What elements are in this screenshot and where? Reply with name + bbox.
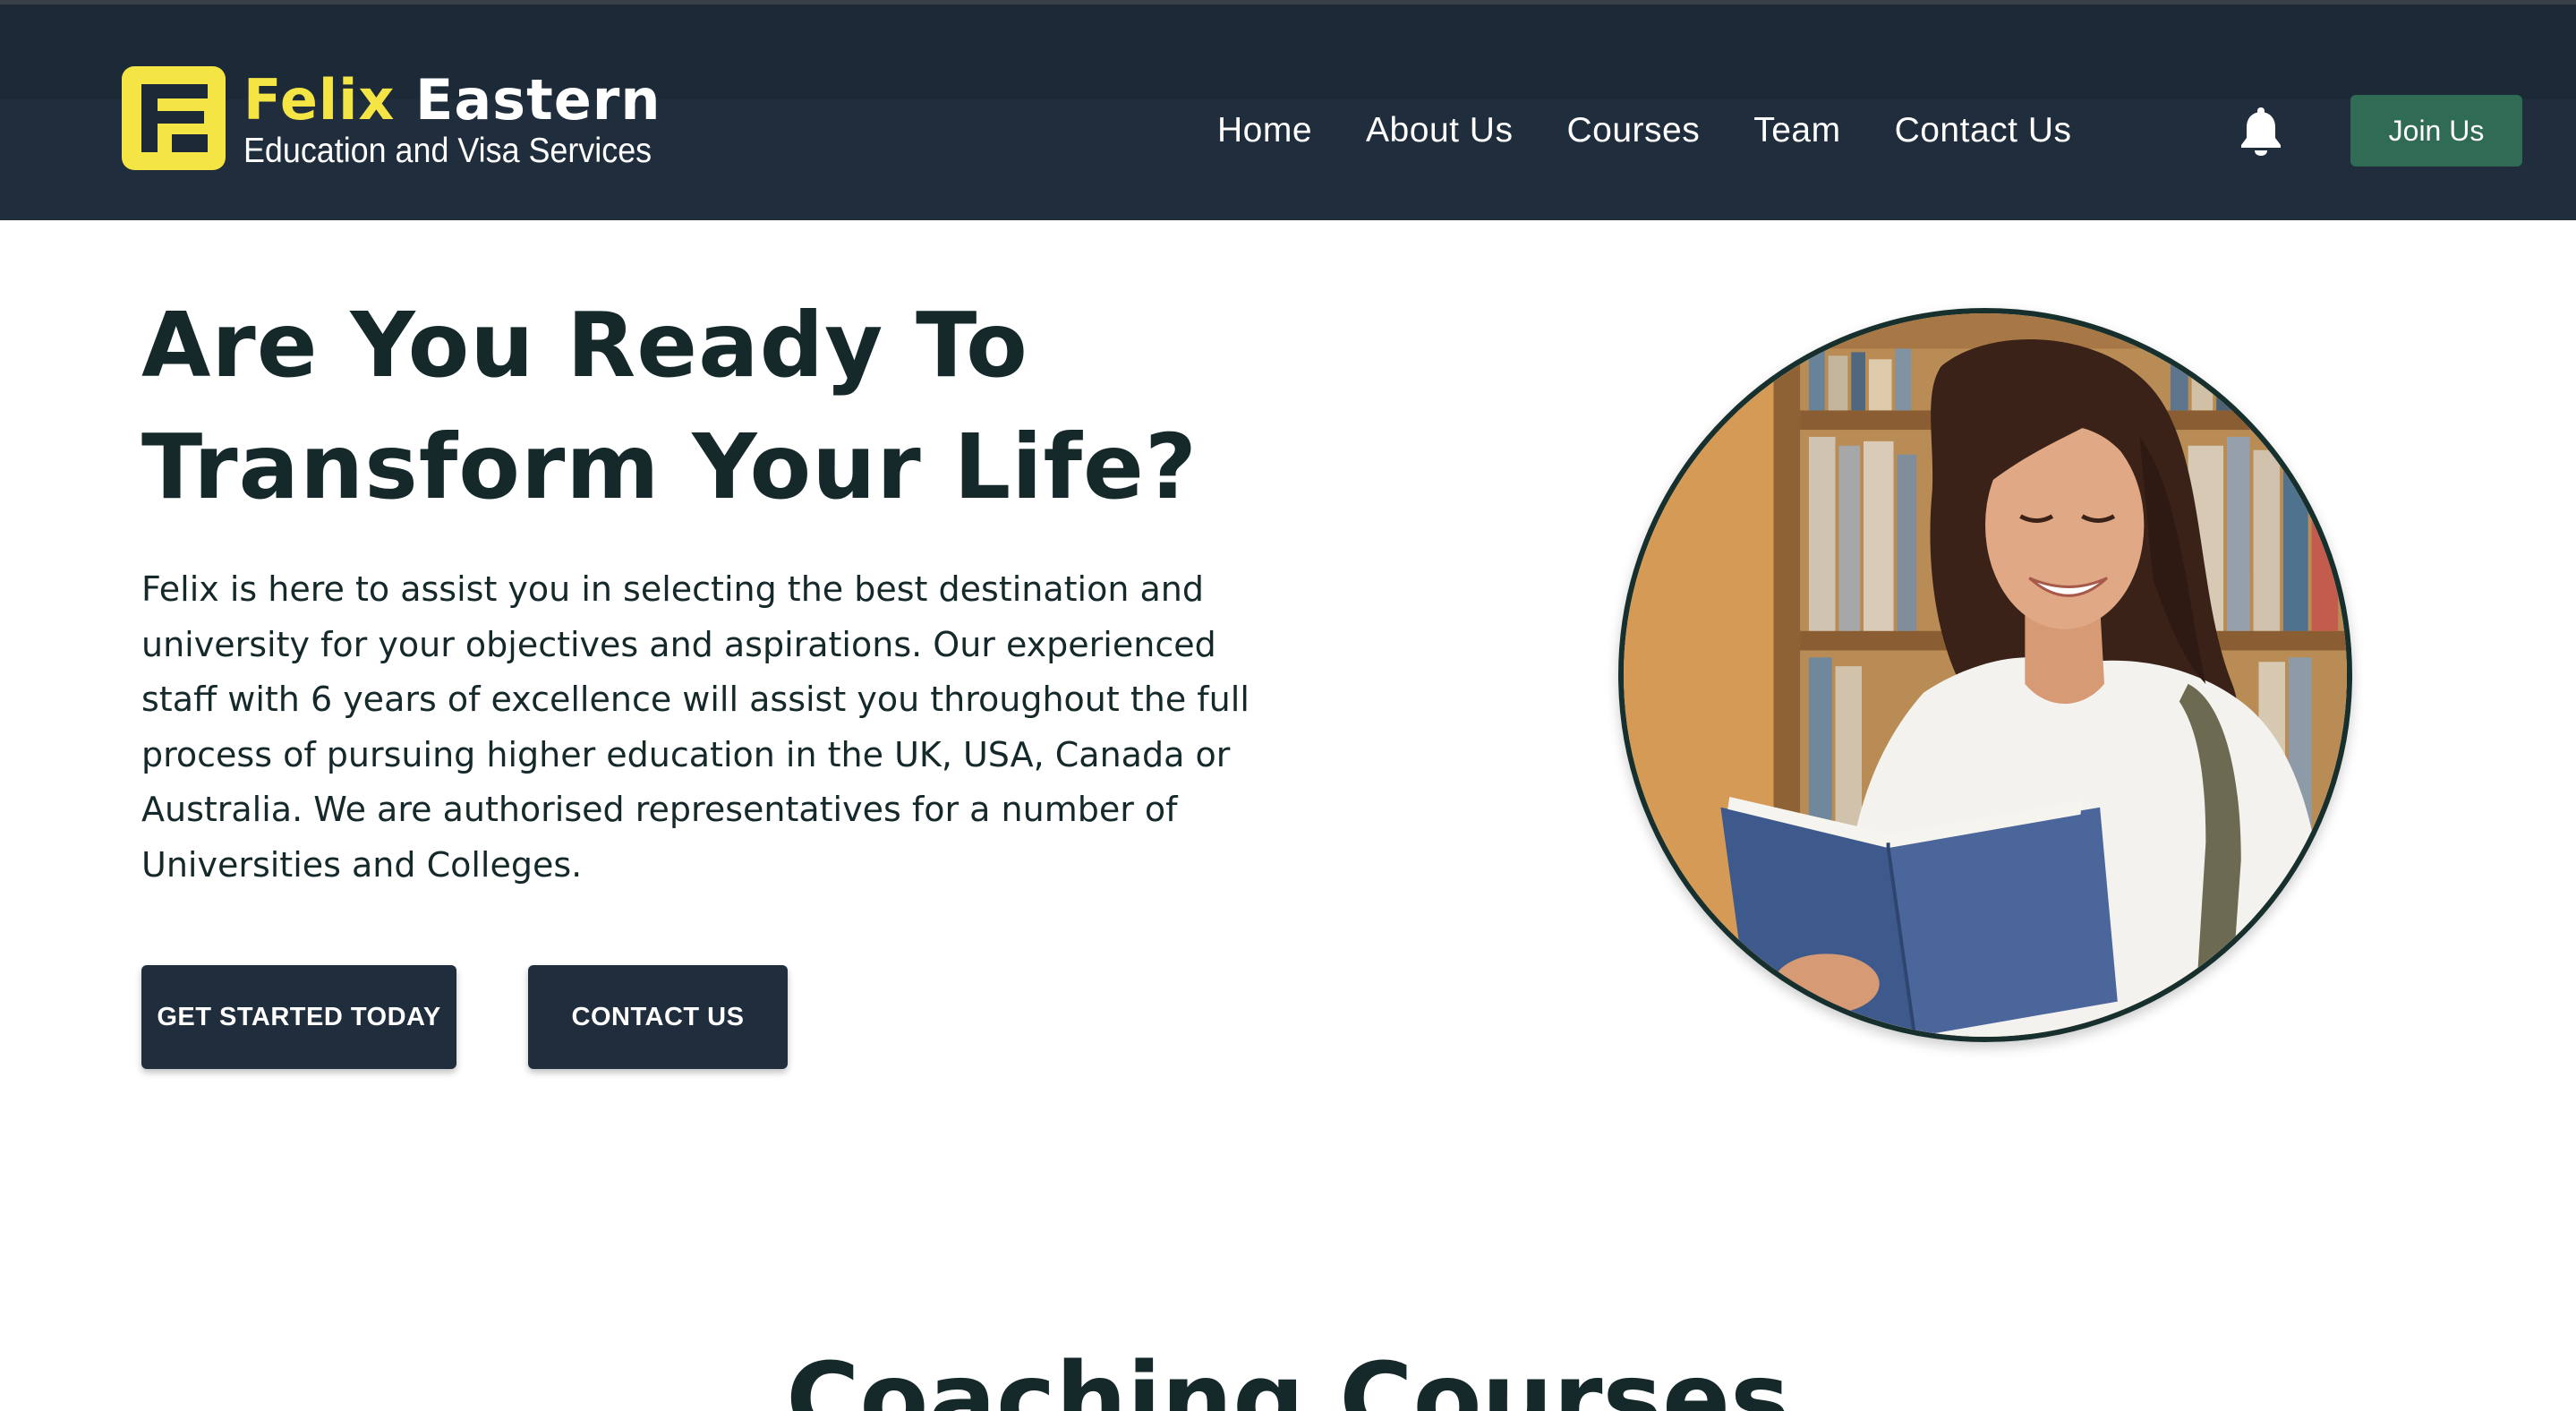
- brand-logo[interactable]: Felix Eastern Education and Visa Service…: [122, 66, 687, 170]
- bell-icon[interactable]: [2239, 106, 2282, 156]
- main-nav: Home About Us Courses Team Contact Us: [1217, 111, 2125, 150]
- nav-item-courses[interactable]: Courses: [1566, 111, 1700, 150]
- join-us-button[interactable]: Join Us: [2350, 95, 2522, 167]
- brand-name: Felix Eastern: [243, 66, 687, 134]
- brand-tagline: Education and Visa Services: [243, 132, 653, 170]
- brand-name-eastern: Eastern: [414, 67, 661, 133]
- hero-description: Felix is here to assist you in selecting…: [141, 569, 1250, 885]
- site-header: Felix Eastern Education and Visa Service…: [0, 0, 2576, 220]
- logo-text: Felix Eastern Education and Visa Service…: [243, 66, 687, 170]
- coaching-courses-heading: Coaching Courses: [786, 1342, 1790, 1411]
- hero-title-line-1: Are You Ready To: [141, 293, 1028, 398]
- get-started-button[interactable]: GET STARTED TODAY: [141, 965, 456, 1069]
- student-reading-photo: [1618, 308, 2352, 1042]
- hero-title-line-2: Transform Your Life?: [141, 415, 1198, 519]
- nav-item-home[interactable]: Home: [1217, 111, 1312, 150]
- logo-mark-icon: [122, 66, 226, 170]
- nav-item-team[interactable]: Team: [1753, 111, 1840, 150]
- hero-title: Are You Ready To Transform Your Life?: [141, 285, 1305, 528]
- nav-item-contact-us[interactable]: Contact Us: [1895, 111, 2072, 150]
- contact-us-button[interactable]: CONTACT US: [528, 965, 788, 1069]
- nav-item-about-us[interactable]: About Us: [1366, 111, 1513, 150]
- brand-name-felix: Felix: [243, 67, 396, 133]
